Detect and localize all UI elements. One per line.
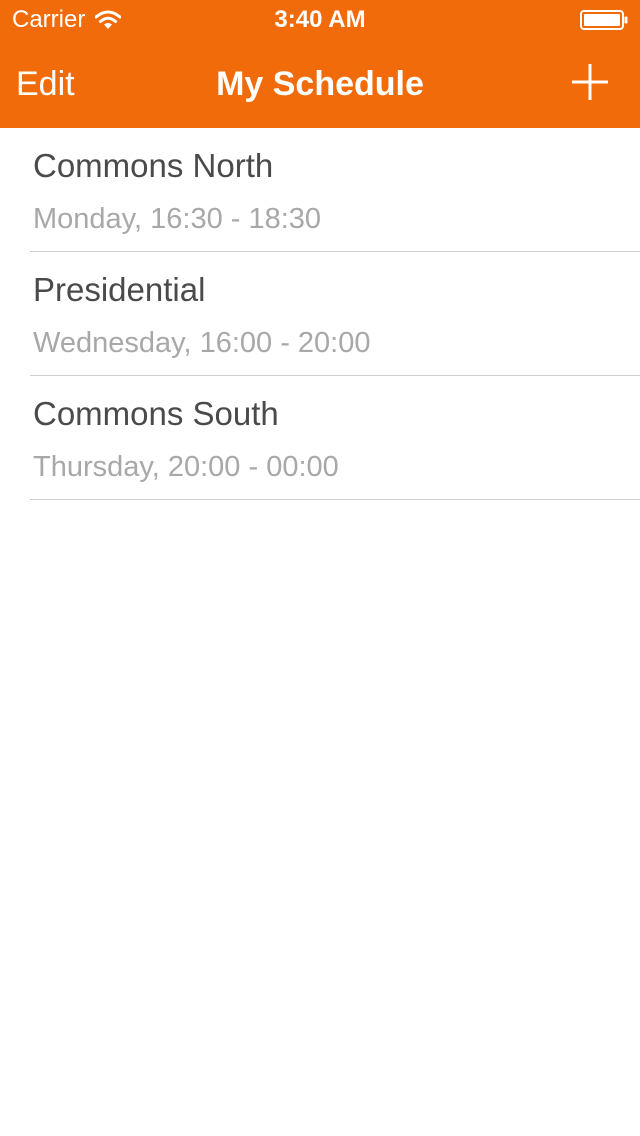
status-time: 3:40 AM [274, 6, 366, 33]
schedule-list: Commons North Monday, 16:30 - 18:30 Pres… [0, 128, 640, 500]
schedule-time: Monday, 16:30 - 18:30 [33, 203, 322, 235]
schedule-time: Wednesday, 16:00 - 20:00 [33, 327, 371, 359]
navigation-bar: Edit My Schedule [0, 40, 640, 128]
header: Carrier 3:40 AM Edit My Schedule [0, 0, 640, 128]
page-title: My Schedule [216, 65, 424, 103]
schedule-time: Thursday, 20:00 - 00:00 [33, 451, 339, 483]
row-separator [30, 499, 640, 500]
schedule-location: Presidential [33, 271, 206, 308]
schedule-row-commons-south[interactable]: Commons South Thursday, 20:00 - 00:00 [0, 376, 640, 500]
battery-icon [580, 10, 628, 30]
schedule-row-commons-north[interactable]: Commons North Monday, 16:30 - 18:30 [0, 128, 640, 252]
plus-icon[interactable] [570, 62, 610, 102]
schedule-location: Commons South [33, 395, 279, 432]
status-bar: Carrier 3:40 AM [0, 0, 640, 40]
schedule-location: Commons North [33, 147, 274, 184]
schedule-row-presidential[interactable]: Presidential Wednesday, 16:00 - 20:00 [0, 252, 640, 376]
